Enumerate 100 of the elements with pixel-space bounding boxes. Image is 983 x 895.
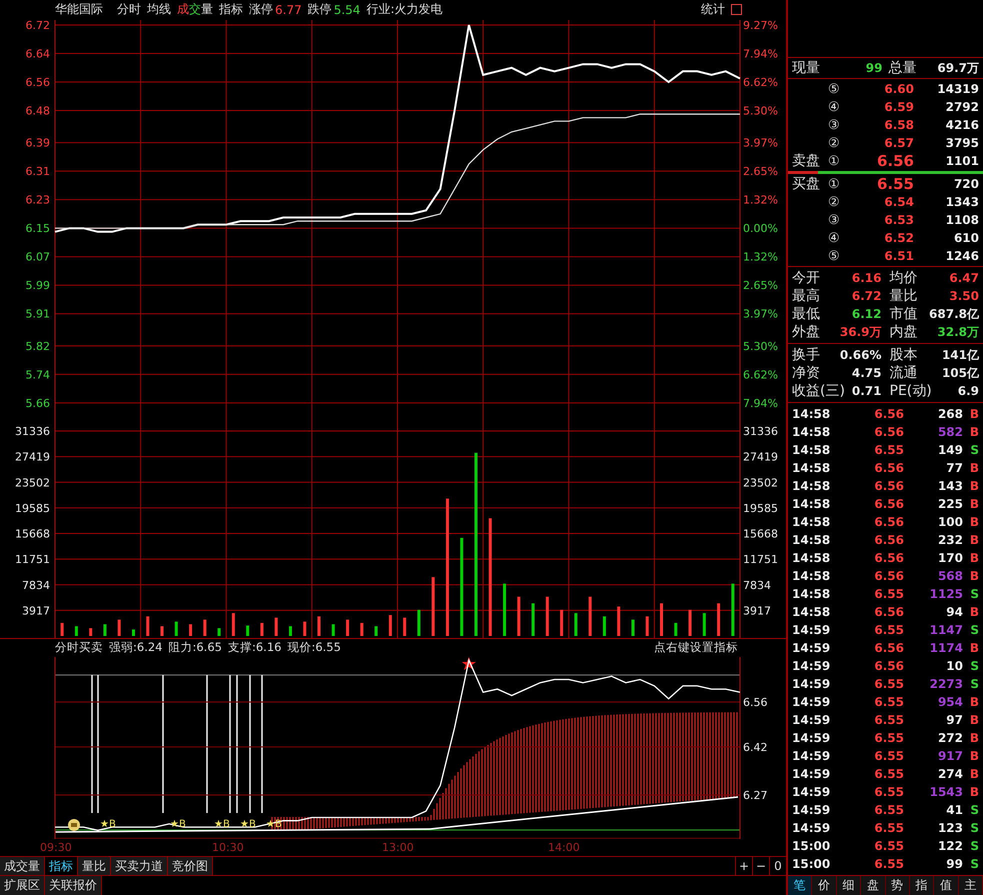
zoom-button[interactable]: + — [735, 857, 752, 876]
volume-bar — [288, 626, 292, 636]
price-axis-label: 6.72 — [26, 20, 50, 32]
stat-label: 最高 — [792, 287, 820, 305]
volume-legend: 成交量 — [177, 1, 213, 18]
volume-bar — [574, 612, 578, 636]
volume-axis-label: 19585 — [743, 502, 778, 514]
time-axis-label: 14:00 — [548, 841, 580, 854]
extension-tab[interactable]: 关联报价 — [45, 876, 102, 895]
volume-bar — [232, 612, 235, 636]
time-axis-label: 09:30 — [40, 841, 72, 854]
panel-tab[interactable]: 价 — [812, 876, 837, 895]
bid-price: 6.54 — [883, 195, 914, 209]
panel-tab[interactable]: 笔 — [788, 876, 812, 895]
volume-axis-label: 3917 — [743, 604, 771, 617]
volume-bar — [89, 628, 92, 636]
percent-axis-label: 2.65% — [743, 279, 778, 292]
trade-volume: 1147 — [928, 623, 963, 637]
ask-level: ⑤ — [828, 82, 841, 96]
indicator-reading: 支撑:6.16 — [228, 640, 282, 656]
trade-volume: 143 — [936, 479, 963, 493]
ask-price: 6.58 — [883, 118, 914, 132]
trade-price: 6.56 — [873, 407, 904, 421]
trade-price: 6.55 — [873, 803, 904, 817]
extension-tab[interactable]: 扩展区 — [0, 876, 45, 895]
trade-side: S — [969, 803, 979, 817]
chart-mode-label[interactable]: 均线 — [147, 1, 171, 18]
bid-volume: 1108 — [944, 213, 979, 227]
zoom-button[interactable]: − — [752, 857, 769, 876]
stock-name: 华能国际 — [55, 1, 103, 18]
volume-bar — [560, 609, 564, 636]
percent-axis-label: 9.27% — [743, 20, 778, 32]
trade-side: S — [969, 821, 979, 835]
trade-volume: 41 — [945, 803, 963, 817]
panel-tab[interactable]: 主 — [958, 876, 983, 895]
price-axis-label: 6.64 — [26, 47, 50, 60]
chart-tab[interactable]: 量比 — [78, 857, 111, 876]
trade-volume: 94 — [945, 605, 963, 619]
bid-label: 买盘 — [792, 176, 820, 192]
trade-price: 6.55 — [873, 587, 904, 601]
chart-tab[interactable]: 竞价图 — [168, 857, 213, 876]
trade-price: 6.55 — [873, 785, 904, 799]
indicator-reading: 现价:6.55 — [287, 640, 341, 656]
stat-label: 内盘 — [890, 323, 918, 341]
price-axis-label: 6.56 — [26, 76, 50, 89]
volume-bar — [702, 612, 706, 636]
stats-button[interactable]: 统计 — [701, 1, 725, 18]
trade-side: B — [968, 749, 979, 763]
chart-mode-label[interactable]: 分时 — [117, 1, 141, 18]
price-axis-label: 6.23 — [26, 194, 50, 207]
volume-bar — [388, 614, 392, 636]
trade-side: B — [968, 425, 979, 439]
trade-volume: 268 — [936, 407, 963, 421]
stat-label: 收益(三) — [792, 382, 845, 400]
price-axis-label: 6.48 — [26, 104, 50, 118]
total-volume-label: 总量 — [888, 59, 916, 77]
panel-tab[interactable]: 指 — [910, 876, 934, 895]
trade-price: 6.55 — [873, 767, 904, 781]
stat-value: 687.8亿 — [929, 306, 979, 322]
trade-side: S — [969, 587, 979, 601]
volume-axis-label: 23502 — [743, 476, 778, 489]
trade-time: 14:58 — [792, 407, 832, 421]
chart-tab[interactable]: 成交量 — [0, 857, 45, 876]
chart-tab[interactable]: 买卖力道 — [111, 857, 168, 876]
volume-bar — [403, 617, 406, 636]
trade-time: 14:59 — [792, 659, 832, 673]
trade-side: B — [968, 569, 979, 583]
bid-level: ① — [828, 176, 841, 192]
trade-volume: 99 — [945, 857, 963, 871]
trade-time: 14:59 — [792, 713, 832, 727]
panel-tab[interactable]: 势 — [886, 876, 910, 895]
price-axis-label: 6.15 — [26, 222, 50, 236]
trade-time: 14:58 — [792, 533, 832, 547]
panel-tab[interactable]: 值 — [934, 876, 959, 895]
trade-time: 14:58 — [792, 551, 832, 565]
stat-value: 6.72 — [852, 289, 882, 303]
volume-axis-label: 15668 — [743, 527, 778, 540]
stat-value: 141亿 — [942, 346, 979, 364]
volume-bar — [646, 616, 649, 636]
trade-time: 14:59 — [792, 641, 832, 655]
ask-volume: 14319 — [936, 82, 979, 96]
limit-down-label: 跌停 — [308, 1, 332, 18]
trade-time: 14:59 — [792, 785, 832, 799]
ask-volume: 1101 — [944, 154, 979, 168]
trade-time: 14:58 — [792, 461, 832, 475]
volume-bar — [74, 626, 78, 636]
indicator-label[interactable]: 指标 — [219, 1, 243, 18]
bid-price: 6.53 — [883, 213, 914, 227]
zoom-button[interactable]: 0 — [769, 857, 786, 876]
panel-tab[interactable]: 盘 — [861, 876, 886, 895]
volume-bar — [346, 619, 350, 636]
trade-side: B — [968, 479, 979, 493]
volume-bar — [688, 609, 692, 636]
window-icon[interactable] — [731, 4, 742, 16]
volume-bar — [218, 628, 221, 636]
volume-bar — [532, 602, 535, 636]
panel-tab[interactable]: 细 — [836, 876, 862, 895]
trade-price: 6.55 — [873, 695, 904, 709]
trade-time: 15:00 — [792, 839, 832, 853]
trade-volume: 954 — [936, 695, 963, 709]
